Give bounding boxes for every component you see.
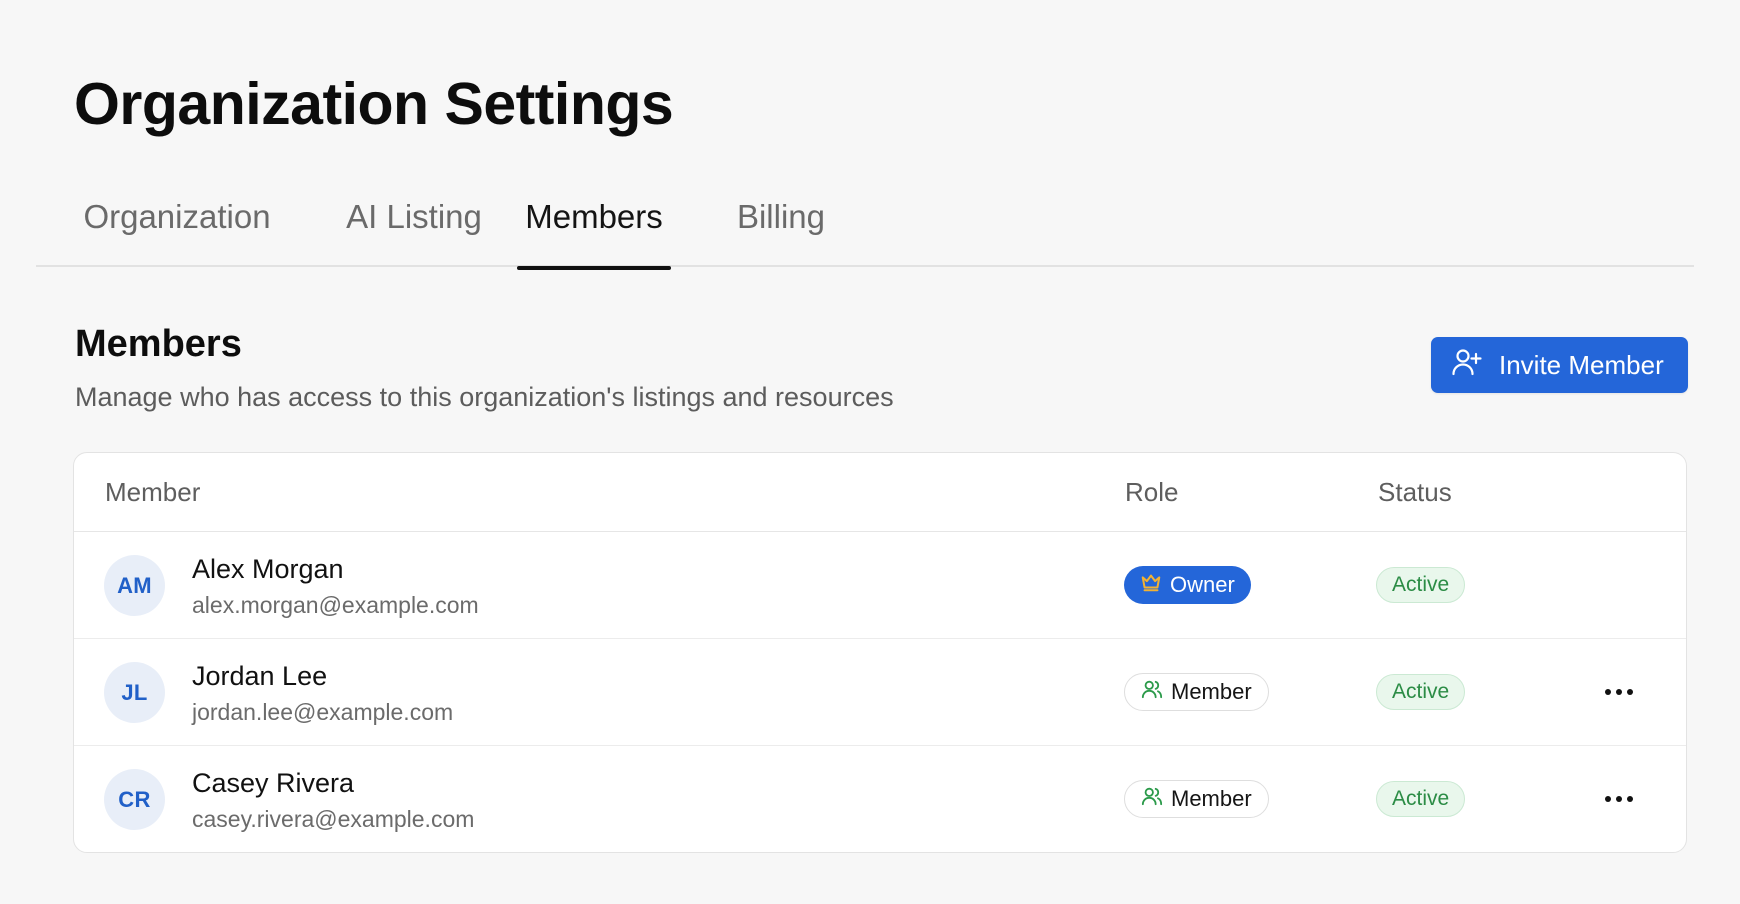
tab-members[interactable]: Members	[517, 188, 671, 270]
organization-settings-page: Organization Settings Organization AI Li…	[0, 0, 1740, 904]
status-badge: Active	[1376, 567, 1466, 603]
member-email: casey.rivera@example.com	[192, 806, 475, 832]
role-badge-owner: Owner	[1124, 566, 1251, 604]
table-row: JL Jordan Lee jordan.lee@example.com Mem…	[74, 639, 1686, 746]
status-badge: Active	[1376, 781, 1466, 817]
tab-billing[interactable]: Billing	[716, 188, 846, 267]
role-label: Member	[1171, 786, 1252, 811]
role-label: Owner	[1170, 572, 1235, 597]
row-actions-button[interactable]	[1597, 675, 1641, 709]
row-actions-button[interactable]	[1597, 782, 1641, 816]
member-name: Casey Rivera	[192, 768, 355, 798]
tab-organization[interactable]: Organization	[82, 188, 272, 267]
role-badge-member[interactable]: Member	[1124, 780, 1269, 818]
table-row: CR Casey Rivera casey.rivera@example.com…	[74, 746, 1686, 852]
crown-icon	[1140, 571, 1162, 599]
table-header: Member Role Status	[74, 453, 1686, 532]
avatar: CR	[104, 769, 165, 830]
avatar: AM	[104, 555, 165, 616]
column-header-role: Role	[1125, 477, 1179, 507]
role-badge-member[interactable]: Member	[1124, 673, 1269, 711]
avatar: JL	[104, 662, 165, 723]
user-plus-icon	[1451, 346, 1483, 385]
column-header-member: Member	[105, 477, 201, 507]
settings-tabs: Organization AI Listing Members Billing	[36, 180, 1694, 270]
invite-member-button[interactable]: Invite Member	[1431, 337, 1688, 393]
tab-ai-listing[interactable]: AI Listing	[324, 188, 504, 267]
page-title: Organization Settings	[74, 71, 674, 137]
members-table: Member Role Status AM Alex Morgan alex.m…	[73, 452, 1687, 853]
more-horizontal-icon	[1604, 790, 1634, 808]
member-name: Jordan Lee	[192, 661, 328, 691]
column-header-status: Status	[1378, 477, 1452, 507]
member-email: alex.morgan@example.com	[192, 592, 479, 618]
member-name: Alex Morgan	[192, 554, 344, 584]
section-description: Manage who has access to this organizati…	[75, 382, 894, 412]
more-horizontal-icon	[1604, 683, 1634, 701]
role-label: Member	[1171, 679, 1252, 704]
member-email: jordan.lee@example.com	[192, 699, 454, 725]
invite-member-label: Invite Member	[1499, 349, 1664, 380]
users-icon	[1141, 785, 1163, 813]
table-row: AM Alex Morgan alex.morgan@example.com O…	[74, 532, 1686, 639]
users-icon	[1141, 678, 1163, 706]
section-title: Members	[75, 323, 242, 365]
status-badge: Active	[1376, 674, 1466, 710]
